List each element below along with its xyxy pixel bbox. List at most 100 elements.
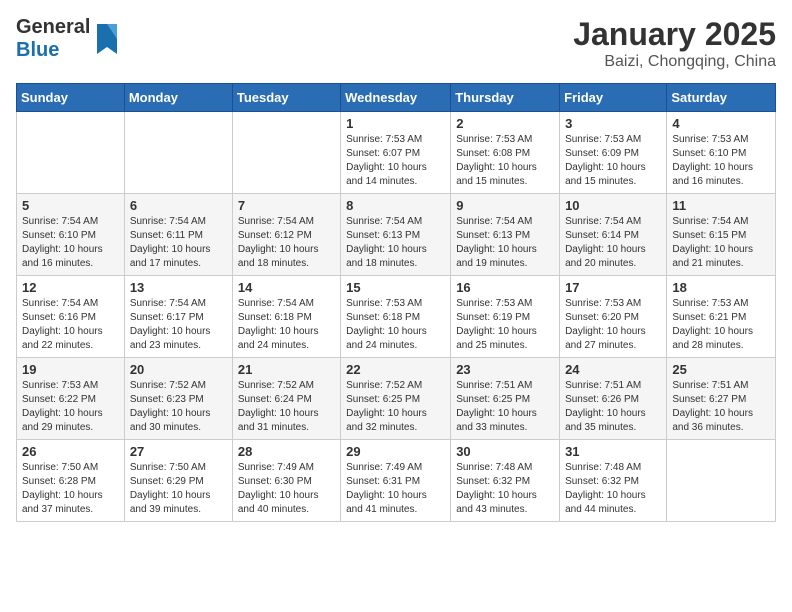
calendar-table: SundayMondayTuesdayWednesdayThursdayFrid… [16,83,776,522]
weekday-header-monday: Monday [124,84,232,112]
day-info: Sunrise: 7:54 AM Sunset: 6:17 PM Dayligh… [130,297,227,353]
month-title: January 2025 [573,16,776,53]
day-info: Sunrise: 7:53 AM Sunset: 6:18 PM Dayligh… [346,297,445,353]
day-cell-31: 31Sunrise: 7:48 AM Sunset: 6:32 PM Dayli… [560,440,667,522]
day-number: 14 [238,280,335,295]
day-number: 23 [456,362,554,377]
day-number: 11 [672,198,770,213]
day-number: 27 [130,444,227,459]
logo: General Blue [16,16,122,62]
day-info: Sunrise: 7:54 AM Sunset: 6:15 PM Dayligh… [672,215,770,271]
day-cell-27: 27 Sunrise: 7:50 AM Sunset: 6:29 PM Dayli… [124,440,232,522]
day-info: Sunrise: 7:54 AM Sunset: 6:10 PM Dayligh… [22,215,119,271]
weekday-header-wednesday: Wednesday [341,84,451,112]
day-number: 1 [346,116,445,131]
week-row-4: 19 Sunrise: 7:53 AM Sunset: 6:22 PM Dayli… [17,358,776,440]
day-number: 4 [672,116,770,131]
day-cell-3: 3Sunrise: 7:53 AM Sunset: 6:09 PM Daylig… [560,112,667,194]
day-info: Sunrise: 7:54 AM Sunset: 6:12 PM Dayligh… [238,215,335,271]
day-cell-23: 23 Sunrise: 7:51 AM Sunset: 6:25 PM Dayli… [451,358,560,440]
day-number: 18 [672,280,770,295]
day-number: 24 [565,362,661,377]
day-info: Sunrise: 7:53 AM Sunset: 6:19 PM Dayligh… [456,297,554,353]
day-info: Sunrise: 7:54 AM Sunset: 6:13 PM Dayligh… [456,215,554,271]
day-cell-15: 15 Sunrise: 7:53 AM Sunset: 6:18 PM Dayli… [341,276,451,358]
day-cell-1: 1Sunrise: 7:53 AM Sunset: 6:07 PM Daylig… [341,112,451,194]
weekday-header-thursday: Thursday [451,84,560,112]
day-info: Sunrise: 7:49 AM Sunset: 6:31 PM Dayligh… [346,461,445,517]
weekday-header-saturday: Saturday [667,84,776,112]
day-cell-8: 8 Sunrise: 7:54 AM Sunset: 6:13 PM Daylig… [341,194,451,276]
day-cell-17: 17 Sunrise: 7:53 AM Sunset: 6:20 PM Dayli… [560,276,667,358]
day-number: 30 [456,444,554,459]
empty-cell [17,112,125,194]
day-number: 8 [346,198,445,213]
day-info: Sunrise: 7:53 AM Sunset: 6:10 PM Dayligh… [672,133,770,189]
day-info: Sunrise: 7:54 AM Sunset: 6:14 PM Dayligh… [565,215,661,271]
page-header: General Blue January 2025 Baizi, Chongqi… [16,16,776,71]
weekday-header-sunday: Sunday [17,84,125,112]
day-number: 9 [456,198,554,213]
day-info: Sunrise: 7:54 AM Sunset: 6:11 PM Dayligh… [130,215,227,271]
logo-blue: Blue [16,39,59,61]
day-number: 12 [22,280,119,295]
day-info: Sunrise: 7:52 AM Sunset: 6:23 PM Dayligh… [130,379,227,435]
day-number: 5 [22,198,119,213]
day-number: 7 [238,198,335,213]
day-cell-13: 13 Sunrise: 7:54 AM Sunset: 6:17 PM Dayli… [124,276,232,358]
day-number: 15 [346,280,445,295]
day-number: 2 [456,116,554,131]
day-cell-29: 29Sunrise: 7:49 AM Sunset: 6:31 PM Dayli… [341,440,451,522]
logo-icon [92,19,122,59]
day-info: Sunrise: 7:50 AM Sunset: 6:29 PM Dayligh… [130,461,227,517]
day-number: 6 [130,198,227,213]
day-info: Sunrise: 7:54 AM Sunset: 6:18 PM Dayligh… [238,297,335,353]
day-number: 19 [22,362,119,377]
day-number: 13 [130,280,227,295]
day-cell-10: 10Sunrise: 7:54 AM Sunset: 6:14 PM Dayli… [560,194,667,276]
day-info: Sunrise: 7:52 AM Sunset: 6:25 PM Dayligh… [346,379,445,435]
week-row-5: 26 Sunrise: 7:50 AM Sunset: 6:28 PM Dayli… [17,440,776,522]
day-info: Sunrise: 7:53 AM Sunset: 6:20 PM Dayligh… [565,297,661,353]
day-cell-21: 21 Sunrise: 7:52 AM Sunset: 6:24 PM Dayli… [232,358,340,440]
day-info: Sunrise: 7:51 AM Sunset: 6:26 PM Dayligh… [565,379,661,435]
day-info: Sunrise: 7:52 AM Sunset: 6:24 PM Dayligh… [238,379,335,435]
empty-cell [124,112,232,194]
day-cell-20: 20 Sunrise: 7:52 AM Sunset: 6:23 PM Dayli… [124,358,232,440]
day-number: 17 [565,280,661,295]
day-cell-25: 25 Sunrise: 7:51 AM Sunset: 6:27 PM Dayli… [667,358,776,440]
day-number: 26 [22,444,119,459]
location-title: Baizi, Chongqing, China [573,53,776,71]
day-info: Sunrise: 7:51 AM Sunset: 6:25 PM Dayligh… [456,379,554,435]
day-cell-9: 9 Sunrise: 7:54 AM Sunset: 6:13 PM Daylig… [451,194,560,276]
weekday-header-tuesday: Tuesday [232,84,340,112]
day-cell-19: 19 Sunrise: 7:53 AM Sunset: 6:22 PM Dayli… [17,358,125,440]
day-number: 16 [456,280,554,295]
day-cell-6: 6 Sunrise: 7:54 AM Sunset: 6:11 PM Daylig… [124,194,232,276]
week-row-3: 12 Sunrise: 7:54 AM Sunset: 6:16 PM Dayli… [17,276,776,358]
day-cell-7: 7 Sunrise: 7:54 AM Sunset: 6:12 PM Daylig… [232,194,340,276]
empty-cell [667,440,776,522]
day-info: Sunrise: 7:54 AM Sunset: 6:13 PM Dayligh… [346,215,445,271]
day-number: 3 [565,116,661,131]
day-cell-2: 2 Sunrise: 7:53 AM Sunset: 6:08 PM Daylig… [451,112,560,194]
day-number: 21 [238,362,335,377]
day-cell-12: 12 Sunrise: 7:54 AM Sunset: 6:16 PM Dayli… [17,276,125,358]
day-info: Sunrise: 7:48 AM Sunset: 6:32 PM Dayligh… [456,461,554,517]
weekday-header-row: SundayMondayTuesdayWednesdayThursdayFrid… [17,84,776,112]
title-block: January 2025 Baizi, Chongqing, China [573,16,776,71]
day-number: 25 [672,362,770,377]
week-row-2: 5 Sunrise: 7:54 AM Sunset: 6:10 PM Daylig… [17,194,776,276]
day-info: Sunrise: 7:53 AM Sunset: 6:22 PM Dayligh… [22,379,119,435]
day-number: 20 [130,362,227,377]
day-info: Sunrise: 7:53 AM Sunset: 6:08 PM Dayligh… [456,133,554,189]
day-cell-5: 5 Sunrise: 7:54 AM Sunset: 6:10 PM Daylig… [17,194,125,276]
day-cell-16: 16 Sunrise: 7:53 AM Sunset: 6:19 PM Dayli… [451,276,560,358]
day-cell-24: 24 Sunrise: 7:51 AM Sunset: 6:26 PM Dayli… [560,358,667,440]
day-info: Sunrise: 7:51 AM Sunset: 6:27 PM Dayligh… [672,379,770,435]
day-info: Sunrise: 7:53 AM Sunset: 6:21 PM Dayligh… [672,297,770,353]
day-info: Sunrise: 7:50 AM Sunset: 6:28 PM Dayligh… [22,461,119,517]
day-info: Sunrise: 7:54 AM Sunset: 6:16 PM Dayligh… [22,297,119,353]
day-cell-30: 30 Sunrise: 7:48 AM Sunset: 6:32 PM Dayli… [451,440,560,522]
day-cell-11: 11 Sunrise: 7:54 AM Sunset: 6:15 PM Dayli… [667,194,776,276]
